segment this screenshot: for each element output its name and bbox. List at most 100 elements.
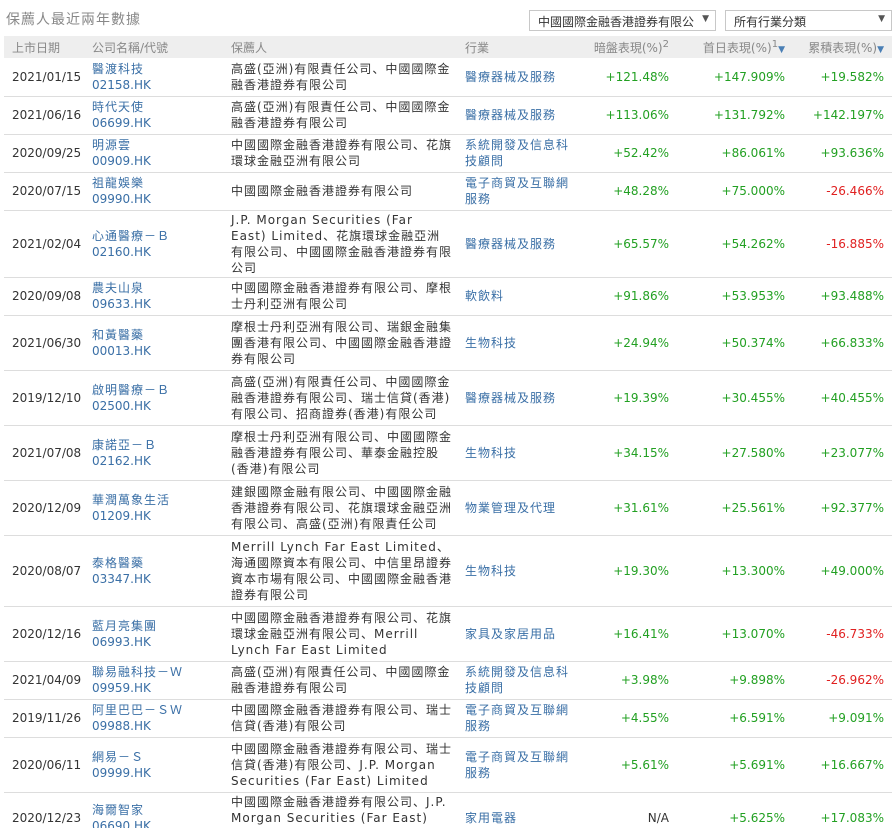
company-name-link[interactable]: 康諾亞－Ｂ (92, 437, 223, 453)
col-header-industry[interactable]: 行業 (457, 36, 570, 58)
table-row[interactable]: 2020/07/15 祖龍娛樂 09990.HK 中國國際金融香港證券有限公司 電子商貿… (4, 172, 892, 211)
listing-date: 2021/06/30 (4, 315, 84, 371)
company-cell: 海爾智家 06690.HK (84, 792, 223, 828)
stock-code-link[interactable]: 06690.HK (92, 818, 223, 828)
first-day-performance: +6.591% (677, 699, 793, 738)
industry-link[interactable]: 生物科技 (465, 564, 517, 578)
company-cell: 時代天使 06699.HK (84, 96, 223, 135)
table-row[interactable]: 2020/12/09 華潤萬象生活 01209.HK 建銀國際金融有限公司、中國國際金… (4, 480, 892, 536)
company-name-link[interactable]: 網易－Ｓ (92, 749, 223, 765)
company-name-link[interactable]: 醫渡科技 (92, 61, 223, 77)
company-name-link[interactable]: 農夫山泉 (92, 280, 223, 296)
table-row[interactable]: 2021/06/16 時代天使 06699.HK 高盛(亞洲)有限責任公司、中國國際金… (4, 96, 892, 135)
stock-code-link[interactable]: 09633.HK (92, 296, 223, 312)
sponsor-text: 建銀國際金融有限公司、中國國際金融香港證券有限公司、花旗環球金融亞洲有限公司、高… (223, 480, 457, 536)
col-header-first-day[interactable]: 首日表現(%)1▼ (677, 36, 793, 58)
sponsor-text: J.P. Morgan Securities (Far East) Limite… (223, 210, 457, 278)
grey-market-performance: +121.48% (570, 58, 677, 97)
sponsor-text: 高盛(亞洲)有限責任公司、中國國際金融香港證券有限公司、瑞士信貸(香港)有限公司… (223, 370, 457, 426)
sponsor-text: 高盛(亞洲)有限責任公司、中國國際金融香港證券有限公司 (223, 58, 457, 97)
stock-code-link[interactable]: 00909.HK (92, 153, 223, 169)
table-row[interactable]: 2020/06/11 網易－Ｓ 09999.HK 中國國際金融香港證券有限公司、瑞士信… (4, 737, 892, 793)
table-row[interactable]: 2021/06/30 和黃醫藥 00013.HK 摩根士丹利亞洲有限公司、瑞銀金融集團… (4, 315, 892, 371)
company-name-link[interactable]: 祖龍娛樂 (92, 175, 223, 191)
industry-link[interactable]: 醫療器械及服務 (465, 108, 556, 122)
industry-link[interactable]: 家用電器 (465, 811, 517, 825)
table-row[interactable]: 2020/12/16 藍月亮集團 06993.HK 中國國際金融香港證券有限公司、花旗… (4, 606, 892, 662)
grey-market-performance: +3.98% (570, 661, 677, 700)
table-row[interactable]: 2021/02/04 心通醫療－Ｂ 02160.HK J.P. Morgan Secu… (4, 210, 892, 278)
broker-select[interactable]: 中國國際金融香港證券有限公 ▼ (529, 10, 716, 31)
stock-code-link[interactable]: 09999.HK (92, 765, 223, 781)
table-row[interactable]: 2020/12/23 海爾智家 06690.HK 中國國際金融香港證券有限公司、J.P… (4, 792, 892, 828)
stock-code-link[interactable]: 09990.HK (92, 191, 223, 207)
first-day-performance: +147.909% (677, 58, 793, 97)
first-day-performance: +30.455% (677, 370, 793, 426)
col-header-cumulative[interactable]: 累積表現(%)▼ (793, 36, 892, 58)
col-header-date[interactable]: 上市日期 (4, 36, 84, 58)
industry-link[interactable]: 物業管理及代理 (465, 501, 556, 515)
grey-market-performance: +48.28% (570, 172, 677, 211)
table-row[interactable]: 2021/07/08 康諾亞－Ｂ 02162.HK 摩根士丹利亞洲有限公司、中國國際金… (4, 425, 892, 481)
company-name-link[interactable]: 聯易融科技－Ｗ (92, 664, 223, 680)
table-row[interactable]: 2019/11/26 阿里巴巴－ＳＷ 09988.HK 中國國際金融香港證券有限公司、… (4, 699, 892, 738)
table-row[interactable]: 2021/04/09 聯易融科技－Ｗ 09959.HK 高盛(亞洲)有限責任公司、中國… (4, 661, 892, 700)
industry-link[interactable]: 醫療器械及服務 (465, 70, 556, 84)
company-cell: 心通醫療－Ｂ 02160.HK (84, 210, 223, 278)
company-name-link[interactable]: 時代天使 (92, 99, 223, 115)
cumulative-performance: +93.636% (793, 134, 892, 173)
company-name-link[interactable]: 心通醫療－Ｂ (92, 228, 223, 244)
industry-cell: 電子商貿及互聯網服務 (457, 172, 570, 211)
stock-code-link[interactable]: 02158.HK (92, 77, 223, 93)
company-cell: 和黃醫藥 00013.HK (84, 315, 223, 371)
stock-code-link[interactable]: 01209.HK (92, 508, 223, 524)
listing-date: 2020/12/09 (4, 480, 84, 536)
industry-link[interactable]: 生物科技 (465, 446, 517, 460)
industry-link[interactable]: 生物科技 (465, 336, 517, 350)
industry-link[interactable]: 系統開發及信息科技顧問 (465, 138, 569, 168)
stock-code-link[interactable]: 09988.HK (92, 718, 223, 734)
listing-date: 2021/04/09 (4, 661, 84, 700)
table-row[interactable]: 2020/09/08 農夫山泉 09633.HK 中國國際金融香港證券有限公司、摩根士… (4, 277, 892, 316)
listing-date: 2019/12/10 (4, 370, 84, 426)
industry-link[interactable]: 醫療器械及服務 (465, 391, 556, 405)
industry-link[interactable]: 醫療器械及服務 (465, 237, 556, 251)
industry-link[interactable]: 電子商貿及互聯網服務 (465, 750, 569, 780)
company-name-link[interactable]: 啟明醫療－Ｂ (92, 382, 223, 398)
company-name-link[interactable]: 海爾智家 (92, 802, 223, 818)
col-header-company[interactable]: 公司名稱/代號 (84, 36, 223, 58)
industry-link[interactable]: 電子商貿及互聯網服務 (465, 176, 569, 206)
table-row[interactable]: 2021/01/15 醫渡科技 02158.HK 高盛(亞洲)有限責任公司、中國國際金… (4, 58, 892, 97)
col-header-grey[interactable]: 暗盤表現(%)2 (570, 36, 677, 58)
stock-code-link[interactable]: 02500.HK (92, 398, 223, 414)
cumulative-performance: -16.885% (793, 210, 892, 278)
industry-cell: 電子商貿及互聯網服務 (457, 699, 570, 738)
stock-code-link[interactable]: 02162.HK (92, 453, 223, 469)
industry-link[interactable]: 系統開發及信息科技顧問 (465, 665, 569, 695)
listing-date: 2021/02/04 (4, 210, 84, 278)
stock-code-link[interactable]: 03347.HK (92, 571, 223, 587)
company-name-link[interactable]: 阿里巴巴－ＳＷ (92, 702, 223, 718)
table-row[interactable]: 2019/12/10 啟明醫療－Ｂ 02500.HK 高盛(亞洲)有限責任公司、中國國… (4, 370, 892, 426)
industry-link[interactable]: 家具及家居用品 (465, 627, 556, 641)
stock-code-link[interactable]: 02160.HK (92, 244, 223, 260)
industry-select[interactable]: 所有行業分類 ▼ (725, 10, 892, 31)
stock-code-link[interactable]: 06993.HK (92, 634, 223, 650)
company-cell: 祖龍娛樂 09990.HK (84, 172, 223, 211)
table-row[interactable]: 2020/09/25 明源雲 00909.HK 中國國際金融香港證券有限公司、花旗環球… (4, 134, 892, 173)
listing-date: 2020/08/07 (4, 535, 84, 607)
industry-link[interactable]: 軟飲料 (465, 289, 504, 303)
company-name-link[interactable]: 泰格醫藥 (92, 555, 223, 571)
grey-market-performance: +91.86% (570, 277, 677, 316)
stock-code-link[interactable]: 00013.HK (92, 343, 223, 359)
table-row[interactable]: 2020/08/07 泰格醫藥 03347.HK Merrill Lynch Far … (4, 535, 892, 607)
cumulative-performance: +23.077% (793, 425, 892, 481)
company-name-link[interactable]: 明源雲 (92, 137, 223, 153)
company-name-link[interactable]: 藍月亮集團 (92, 618, 223, 634)
industry-link[interactable]: 電子商貿及互聯網服務 (465, 703, 569, 733)
col-header-sponsor[interactable]: 保薦人 (223, 36, 457, 58)
stock-code-link[interactable]: 06699.HK (92, 115, 223, 131)
stock-code-link[interactable]: 09959.HK (92, 680, 223, 696)
company-name-link[interactable]: 華潤萬象生活 (92, 492, 223, 508)
company-name-link[interactable]: 和黃醫藥 (92, 327, 223, 343)
